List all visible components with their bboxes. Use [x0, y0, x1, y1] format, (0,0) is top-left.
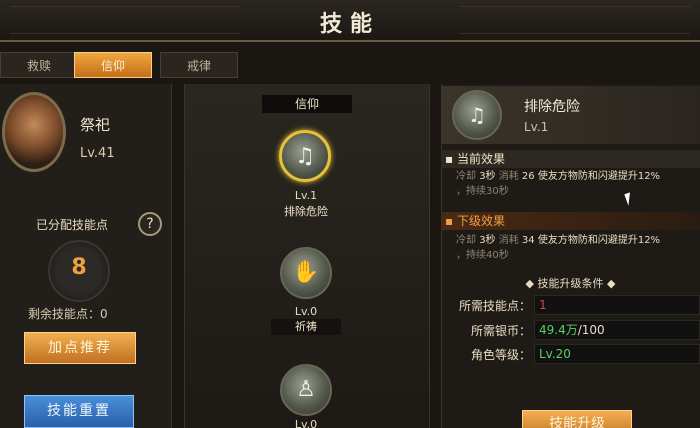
current-effect-header: ▪ 当前效果	[441, 150, 700, 168]
current-effect-text: 冷却 3秒 消耗 26 使友方物防和闪避提升12% ，持续30秒	[456, 169, 700, 199]
effect-value: 使友方物防和闪避提升12%	[534, 171, 661, 182]
effect-duration: ，持续40秒	[456, 250, 509, 261]
praying-hands-icon[interactable]: ✋	[280, 247, 332, 299]
character-level: Lv.41	[80, 146, 115, 161]
required-skill-points-label: 所需技能点：	[458, 299, 531, 313]
required-skill-points-value: 1	[534, 295, 700, 315]
avatar	[2, 92, 66, 172]
required-silver-label: 所需银币：	[470, 324, 531, 338]
required-level-label: 角色等级：	[470, 348, 531, 362]
shield-hand-icon[interactable]: ♫	[279, 130, 331, 182]
detail-skill-level: Lv.1	[524, 120, 549, 134]
tab-faith[interactable]: 信仰	[74, 52, 152, 78]
skill-column-header: 信仰	[262, 95, 352, 113]
silver-owned: 49.4万	[539, 323, 578, 337]
effect-word: 消耗	[495, 235, 522, 246]
current-effect-title: 当前效果	[456, 152, 505, 166]
figure-icon[interactable]: ♙	[280, 364, 332, 416]
effect-word: 冷却	[456, 171, 480, 182]
remaining-points-label: 剩余技能点：0	[28, 307, 108, 321]
effect-value: 使友方物防和闪避提升12%	[534, 235, 661, 246]
effect-value: 3秒	[479, 235, 496, 246]
skill-level: Lv.0	[294, 305, 318, 318]
allocated-points-value: 8	[71, 255, 87, 280]
required-level-value: Lv.20	[534, 344, 700, 364]
required-silver-value: 49.4万/100	[534, 320, 700, 340]
shield-hand-icon: ♫	[452, 90, 502, 140]
character-name: 祭祀	[80, 116, 111, 134]
recommend-button[interactable]: 加点推荐	[24, 332, 136, 364]
page-title: 技能	[319, 12, 380, 37]
skill-name: 排除危险	[284, 205, 328, 218]
effect-word: 冷却	[456, 235, 480, 246]
reset-skills-button[interactable]: 技能重置	[24, 395, 134, 428]
skill-name: 祈祷	[271, 319, 341, 335]
help-icon[interactable]: ?	[138, 212, 162, 236]
title-bar: 技能	[0, 0, 700, 42]
effect-value: 26	[521, 171, 535, 182]
allocated-points-label: 已分配技能点	[36, 218, 109, 232]
upgrade-conditions-title: 技能升级条件	[537, 277, 604, 290]
skill-level: Lv.0	[294, 418, 318, 428]
upgrade-conditions-header: ◆ 技能升级条件 ◆	[525, 277, 616, 290]
next-effect-header: ▪ 下级效果	[441, 212, 700, 230]
skill-level: Lv.1	[294, 189, 318, 202]
effect-word: 消耗	[495, 171, 522, 182]
effect-duration: ，持续30秒	[456, 186, 509, 197]
upgrade-skill-button[interactable]: 技能升级	[522, 410, 632, 428]
next-effect-text: 冷却 3秒 消耗 34 使友方物防和闪避提升12% ，持续40秒	[456, 233, 700, 263]
effect-value: 34	[521, 235, 535, 246]
tab-redemption[interactable]: 救赎	[0, 52, 78, 78]
detail-skill-name: 排除危险	[524, 99, 580, 115]
tab-discipline[interactable]: 戒律	[160, 52, 238, 78]
silver-required: /100	[577, 323, 605, 337]
effect-value: 3秒	[479, 171, 496, 182]
next-effect-title: 下级效果	[456, 214, 505, 228]
